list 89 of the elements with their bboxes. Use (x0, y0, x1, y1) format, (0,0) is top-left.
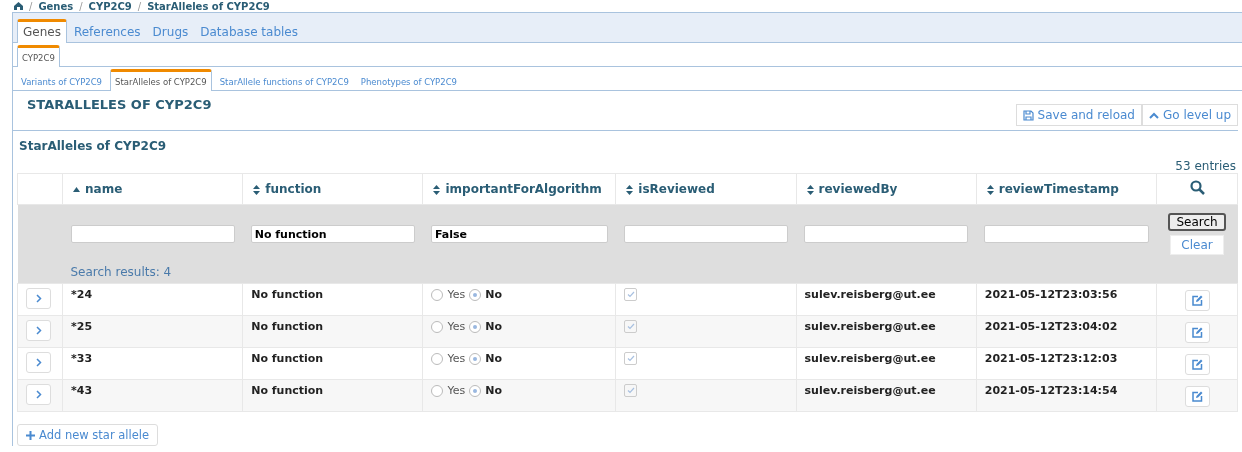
breadcrumb-link[interactable]: Genes (38, 0, 74, 12)
table-cell: 2021-05-12T23:04:02 (984, 320, 1118, 333)
search-results-text: Search results: 4 (70, 265, 172, 279)
breadcrumb-separator: / (137, 0, 142, 12)
filter-field[interactable]: False (430, 225, 608, 243)
breadcrumb-separator: / (29, 0, 33, 12)
edit-button[interactable] (1184, 290, 1210, 311)
table-cell: No function (251, 352, 324, 365)
edit-icon (1191, 359, 1203, 370)
section-title: StarAlleles of CYP2C9 (18, 138, 168, 153)
breadcrumb-link[interactable]: CYP2C9 (88, 0, 132, 12)
gene-tab[interactable]: CYP2C9 (17, 45, 60, 67)
radio-button[interactable] (431, 321, 444, 333)
checkmark-icon (626, 355, 635, 362)
radio-button[interactable] (469, 385, 482, 397)
sub-tab[interactable]: Phenotypes of CYP2C9 (356, 69, 461, 91)
breadcrumb-separator: / (79, 0, 83, 12)
edit-button[interactable] (1184, 322, 1210, 343)
edit-button[interactable] (1184, 354, 1210, 375)
radio-button[interactable] (469, 321, 482, 333)
radio-label: Yes (447, 288, 466, 301)
checkbox[interactable] (624, 352, 638, 365)
table-cell: No function (251, 384, 324, 397)
table-cell: No function (251, 320, 324, 333)
filter-field[interactable] (70, 225, 235, 243)
radio-button[interactable] (469, 353, 482, 365)
expand-button[interactable] (26, 352, 51, 373)
clear-button[interactable]: Clear (1170, 235, 1224, 255)
radio-label: No (485, 288, 502, 301)
filter-field[interactable] (804, 225, 969, 243)
table-cell: 2021-05-12T23:14:54 (984, 384, 1118, 397)
expand-button[interactable] (26, 320, 51, 341)
sub-tab[interactable]: StarAllele functions of CYP2C9 (215, 69, 353, 91)
table-cell: *25 (71, 320, 93, 333)
search-icon[interactable] (1189, 180, 1205, 195)
table-cell: sulev.reisberg@ut.ee (804, 288, 936, 301)
plus-icon (26, 430, 35, 440)
column-header[interactable]: function (253, 182, 322, 196)
tab[interactable]: Genes (17, 19, 67, 43)
add-star-allele-button[interactable]: Add new star allele (17, 424, 159, 446)
page-title: STARALLELES OF CYP2C9 (27, 97, 212, 112)
chevron-right-icon (35, 390, 42, 399)
go-level-up-button[interactable]: Go level up (1141, 104, 1238, 126)
sub-tab[interactable]: Variants of CYP2C9 (17, 69, 107, 91)
breadcrumb-link[interactable]: StarAlleles of CYP2C9 (147, 0, 270, 12)
table-cell: *33 (71, 352, 93, 365)
radio-button[interactable] (469, 289, 482, 301)
checkmark-icon (626, 387, 635, 394)
checkbox[interactable] (624, 320, 638, 333)
expand-button[interactable] (26, 384, 51, 405)
chevron-right-icon (35, 326, 42, 335)
radio-label: Yes (447, 320, 466, 333)
entries-count: 53 entries (1175, 159, 1236, 173)
radio-label: Yes (447, 352, 466, 365)
chevron-right-icon (35, 358, 42, 367)
edit-button[interactable] (1184, 386, 1210, 407)
table-cell: *43 (71, 384, 93, 397)
radio-button[interactable] (431, 289, 444, 301)
radio-button[interactable] (431, 353, 444, 365)
home-icon[interactable] (14, 2, 23, 10)
radio-label: No (485, 352, 502, 365)
table-cell: sulev.reisberg@ut.ee (804, 352, 936, 365)
filter-field[interactable]: No function (250, 225, 415, 243)
radio-label: Yes (447, 384, 466, 397)
column-header[interactable]: name (73, 182, 123, 196)
table-cell: 2021-05-12T23:03:56 (984, 288, 1118, 301)
save-reload-button[interactable]: Save and reload (1015, 104, 1142, 126)
sub-tab[interactable]: StarAlleles of CYP2C9 (110, 69, 212, 91)
search-button[interactable]: Search (1168, 213, 1226, 231)
checkbox[interactable] (624, 288, 638, 301)
radio-button[interactable] (431, 385, 444, 397)
edit-icon (1191, 327, 1203, 338)
table-cell: sulev.reisberg@ut.ee (804, 384, 936, 397)
filter-field[interactable] (984, 225, 1149, 243)
radio-label: No (485, 384, 502, 397)
radio-label: No (485, 320, 502, 333)
table-cell: *24 (71, 288, 93, 301)
table-cell: sulev.reisberg@ut.ee (804, 320, 936, 333)
edit-icon (1191, 295, 1203, 306)
table-cell: No function (251, 288, 324, 301)
checkmark-icon (626, 323, 635, 330)
checkbox[interactable] (624, 384, 638, 397)
filter-field[interactable] (623, 225, 788, 243)
checkmark-icon (626, 291, 635, 298)
table-cell: 2021-05-12T23:12:03 (984, 352, 1118, 365)
expand-button[interactable] (26, 288, 51, 309)
edit-icon (1191, 391, 1203, 402)
chevron-up-icon (1148, 111, 1159, 119)
chevron-right-icon (35, 294, 42, 303)
